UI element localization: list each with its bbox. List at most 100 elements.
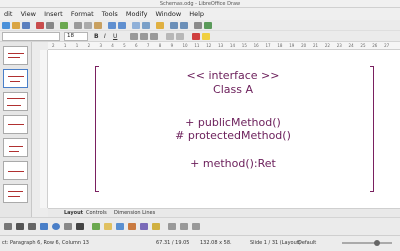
menu-insert[interactable]: Insert (44, 8, 63, 20)
menu-edit[interactable]: dit (4, 8, 12, 20)
tab-layout[interactable]: Layout (64, 209, 83, 217)
new-icon[interactable] (2, 22, 10, 29)
formatting-toolbar: 18 B I U (0, 31, 400, 42)
status-layout-name: Default (298, 240, 317, 246)
ruler-tick-label: 18 (277, 43, 283, 48)
zoom-slider[interactable] (342, 242, 392, 244)
menu-format[interactable]: Format (71, 8, 94, 20)
status-edit-info: ct: Paragraph 6, Row 6, Column 13 (2, 240, 89, 246)
italic-icon[interactable]: I (104, 32, 106, 41)
ruler-tick-label: 4 (111, 43, 114, 48)
ruler-tick-label: 20 (301, 43, 307, 48)
menu-help[interactable]: Help (189, 8, 204, 20)
method-text[interactable]: + method():Ret (168, 157, 298, 170)
align-left-icon[interactable] (130, 33, 138, 40)
slide-thumbnail[interactable] (3, 184, 28, 203)
tab-controls[interactable]: Controls (86, 209, 107, 217)
right-bracket-shape[interactable] (370, 66, 374, 192)
arrow-icon[interactable] (28, 223, 36, 230)
ruler-tick-label: 8 (158, 43, 162, 48)
fontwork-icon[interactable] (194, 22, 202, 29)
menu-bar: dit View Insert Format Tools Modify Wind… (0, 8, 400, 20)
drawing-canvas[interactable]: << interface >> Class A + publicMethod()… (48, 50, 400, 208)
flowchart-icon[interactable] (128, 223, 136, 230)
status-slide: Slide 1 / 31 (Layout) (250, 240, 301, 246)
helplines-icon[interactable] (142, 22, 150, 29)
paste-icon[interactable] (94, 22, 102, 29)
menu-window[interactable]: Window (156, 8, 182, 20)
ruler-tick-label: 1 (63, 43, 67, 48)
ruler-tick-label: 5 (123, 43, 126, 48)
vertical-ruler (40, 50, 48, 208)
menu-modify[interactable]: Modify (126, 8, 148, 20)
slide-thumbnail[interactable] (3, 69, 28, 88)
ruler-tick-label: 11 (194, 43, 200, 48)
stars-icon[interactable] (152, 223, 160, 230)
stereotype-text[interactable]: << interface >> (168, 69, 298, 82)
ruler-tick-label: 19 (289, 43, 295, 48)
left-bracket-shape[interactable] (95, 66, 99, 192)
rectangle-icon[interactable] (40, 223, 48, 230)
ruler-tick-label: 7 (146, 43, 150, 48)
align-right-icon[interactable] (150, 33, 158, 40)
status-size: 132.08 x 58. (200, 240, 232, 246)
undo-icon[interactable] (108, 22, 116, 29)
basic-shapes-icon[interactable] (92, 223, 100, 230)
ruler-tick-label: 6 (135, 43, 138, 48)
fontwork-gallery-icon[interactable] (192, 223, 200, 230)
numbering-icon[interactable] (176, 33, 184, 40)
slides-pane (0, 42, 32, 225)
ruler-tick-label: 3 (99, 43, 102, 48)
align-center-icon[interactable] (140, 33, 148, 40)
curve-icon[interactable] (64, 223, 72, 230)
class-name-text[interactable]: Class A (168, 83, 298, 96)
block-arrows-icon[interactable] (116, 223, 124, 230)
slide-thumbnail[interactable] (3, 46, 28, 65)
ruler-tick-label: 13 (218, 43, 224, 48)
line-icon[interactable] (16, 223, 24, 230)
tab-dimension-lines[interactable]: Dimension Lines (114, 209, 155, 217)
callouts-icon[interactable] (140, 223, 148, 230)
save-icon[interactable] (22, 22, 30, 29)
chart-icon[interactable] (180, 22, 188, 29)
navigator-icon[interactable] (204, 22, 212, 29)
ruler-tick-label: 27 (384, 43, 390, 48)
select-icon[interactable] (4, 223, 12, 230)
redo-icon[interactable] (118, 22, 126, 29)
menu-tools[interactable]: Tools (102, 8, 118, 20)
layer-tabs: Layout Controls Dimension Lines (48, 208, 400, 217)
ellipse-icon[interactable] (52, 223, 60, 230)
ruler-tick-label: 26 (372, 43, 378, 48)
zoom-icon[interactable] (156, 22, 164, 29)
bullets-icon[interactable] (166, 33, 174, 40)
slide-thumbnail[interactable] (3, 115, 28, 134)
font-name-input[interactable] (2, 32, 60, 41)
print-icon[interactable] (46, 22, 54, 29)
font-color-icon[interactable] (192, 33, 200, 40)
zoom-slider-handle[interactable] (374, 240, 380, 246)
copy-icon[interactable] (84, 22, 92, 29)
ruler-tick-label: 16 (253, 43, 259, 48)
points-icon[interactable] (168, 223, 176, 230)
spellcheck-icon[interactable] (60, 22, 68, 29)
underline-icon[interactable]: U (113, 32, 117, 41)
image-icon[interactable] (170, 22, 178, 29)
method-text[interactable]: # protectedMethod() (168, 129, 298, 142)
slide-thumbnail[interactable] (3, 161, 28, 180)
method-text[interactable]: + publicMethod() (168, 116, 298, 129)
font-size-input[interactable]: 18 (64, 32, 88, 41)
slide-thumbnail[interactable] (3, 138, 28, 157)
export-pdf-icon[interactable] (36, 22, 44, 29)
grid-icon[interactable] (132, 22, 140, 29)
highlight-icon[interactable] (202, 33, 210, 40)
slide-thumbnail[interactable] (3, 92, 28, 111)
glue-points-icon[interactable] (180, 223, 188, 230)
smiley-icon[interactable] (104, 223, 112, 230)
drawing-toolbar (0, 217, 400, 235)
bold-icon[interactable]: B (94, 32, 99, 41)
open-icon[interactable] (12, 22, 20, 29)
menu-view[interactable]: View (21, 8, 36, 20)
ruler-tick-label: 2 (52, 43, 55, 48)
cut-icon[interactable] (74, 22, 82, 29)
text-icon[interactable] (76, 223, 84, 230)
